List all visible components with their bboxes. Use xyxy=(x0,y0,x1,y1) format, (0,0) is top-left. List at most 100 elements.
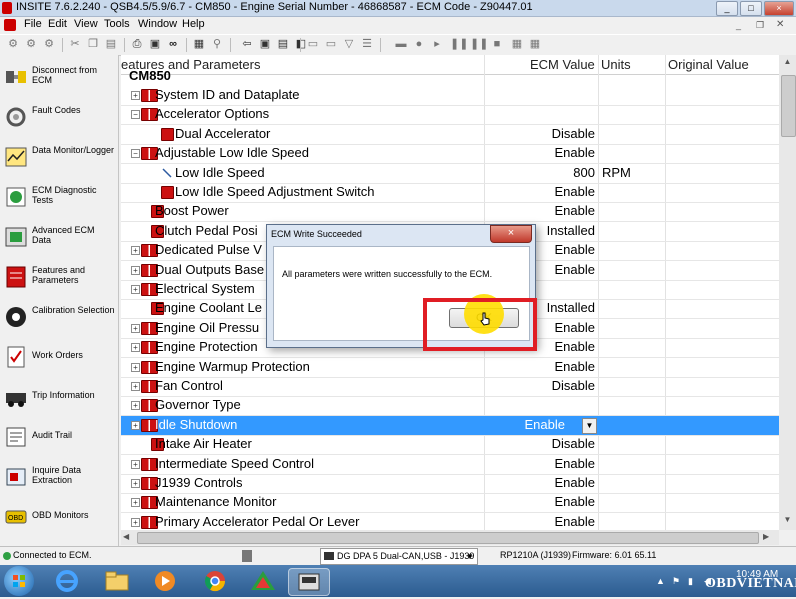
expand-icon[interactable]: + xyxy=(131,460,140,469)
document-icon[interactable] xyxy=(4,19,16,31)
vertical-scrollbar[interactable]: ▲ ▼ xyxy=(779,55,796,530)
scroll-up-icon[interactable]: ▲ xyxy=(781,57,794,69)
page-icon[interactable]: ▭ xyxy=(306,38,320,50)
expand-icon[interactable]: + xyxy=(131,518,140,527)
next-icon[interactable]: ▸ xyxy=(430,38,444,50)
table-row[interactable]: + Fan Control Disable xyxy=(121,377,779,397)
sidebar-item-features[interactable]: Features and Parameters xyxy=(2,261,116,297)
menu-view[interactable]: View xyxy=(74,18,98,30)
play-icon[interactable]: ● xyxy=(412,38,426,50)
expand-icon[interactable]: + xyxy=(131,343,140,352)
app-icon[interactable] xyxy=(2,2,12,14)
sidebar-item-calibration[interactable]: Calibration Selection xyxy=(2,301,116,337)
mdi-restore-icon[interactable]: ❐ xyxy=(756,20,766,30)
expand-icon[interactable]: + xyxy=(131,324,140,333)
calendar-icon[interactable]: ▦ xyxy=(192,38,206,50)
chevron-down-icon[interactable]: ▼ xyxy=(463,549,477,564)
header-original-value[interactable]: Original Value xyxy=(668,57,749,72)
read-icon[interactable]: ▣ xyxy=(258,38,272,50)
explorer-icon[interactable] xyxy=(102,568,132,594)
scroll-down-icon[interactable]: ▼ xyxy=(781,515,794,527)
connect-icon[interactable]: ⚙ xyxy=(6,38,20,50)
expand-icon[interactable]: + xyxy=(131,421,140,430)
maximize-button[interactable]: □ xyxy=(740,1,762,16)
sidebar-item-work-orders[interactable]: Work Orders xyxy=(2,341,116,377)
row-ecm-value[interactable]: Enable xyxy=(455,417,565,432)
collapse-icon[interactable]: − xyxy=(131,149,140,158)
expand-icon[interactable]: + xyxy=(131,246,140,255)
media-player-icon[interactable] xyxy=(150,568,180,594)
sidebar-item-data-monitor[interactable]: Data Monitor/Logger xyxy=(2,141,116,177)
expand-icon[interactable]: + xyxy=(131,498,140,507)
paste-icon[interactable]: ▤ xyxy=(104,38,118,50)
expand-icon[interactable]: + xyxy=(131,266,140,275)
menu-edit[interactable]: Edit xyxy=(48,18,67,30)
sidebar-item-disconnect[interactable]: Disconnect from ECM xyxy=(2,61,116,97)
chrome-icon[interactable] xyxy=(200,568,230,594)
expand-icon[interactable]: + xyxy=(131,363,140,372)
binoculars-icon[interactable]: ∞ xyxy=(166,38,180,50)
scroll-thumb-h[interactable] xyxy=(137,532,759,544)
sidebar-item-audit-trail[interactable]: Audit Trail xyxy=(2,421,116,457)
connect3-icon[interactable]: ⚙ xyxy=(42,38,56,50)
copy-icon[interactable]: ❐ xyxy=(86,38,100,50)
sidebar-item-inquire[interactable]: Inquire Data Extraction xyxy=(2,461,116,497)
grid2-icon[interactable]: ▦ xyxy=(528,38,542,50)
sidebar-item-diagnostic-tests[interactable]: ECM Diagnostic Tests xyxy=(2,181,116,217)
mdi-minimize-icon[interactable]: _ xyxy=(736,20,746,30)
tray-flag-icon[interactable]: ⚑ xyxy=(672,576,682,586)
table-row[interactable]: Dual Accelerator Disable xyxy=(121,125,779,145)
sidebar-item-advanced-ecm[interactable]: Advanced ECM Data xyxy=(2,221,116,257)
table-row[interactable]: Low Idle Speed 800 RPM xyxy=(121,164,779,184)
expand-icon[interactable]: + xyxy=(131,401,140,410)
header-units[interactable]: Units xyxy=(601,57,631,72)
table-row[interactable]: + Intermediate Speed Control Enable xyxy=(121,455,779,475)
table-row[interactable]: − Accelerator Options xyxy=(121,105,779,125)
collapse-icon[interactable]: − xyxy=(131,110,140,119)
cut-icon[interactable]: ✂ xyxy=(68,38,82,50)
table-row[interactable]: + Primary Accelerator Pedal Or Lever Enabl… xyxy=(121,513,779,530)
page2-icon[interactable]: ▭ xyxy=(324,38,338,50)
horizontal-scrollbar[interactable]: ◀ ▶ xyxy=(121,530,779,545)
sidebar-item-obd-monitors[interactable]: OBD OBD Monitors xyxy=(2,501,116,537)
stop-icon[interactable]: ■ xyxy=(490,38,504,50)
header-ecm-value[interactable]: ECM Value xyxy=(530,57,595,72)
scroll-thumb[interactable] xyxy=(781,75,796,137)
grid-icon[interactable]: ▦ xyxy=(510,38,524,50)
table-row[interactable]: Low Idle Speed Adjustment Switch Enable xyxy=(121,183,779,203)
value-dropdown-icon[interactable]: ▼ xyxy=(582,418,597,434)
table-row[interactable]: + Engine Warmup Protection Enable xyxy=(121,358,779,378)
table-row[interactable]: + J1939 Controls Enable xyxy=(121,474,779,494)
sidebar-item-trip-information[interactable]: Trip Information xyxy=(2,381,116,417)
expand-icon[interactable]: + xyxy=(131,382,140,391)
adapter-select[interactable]: DG DPA 5 Dual-CAN,USB - J1939 ▼ xyxy=(320,548,478,565)
tree-icon[interactable]: ☰ xyxy=(360,38,374,50)
table-row[interactable]: Intake Air Heater Disable xyxy=(121,435,779,455)
tray-arrow-icon[interactable]: ▲ xyxy=(656,576,666,586)
print-icon[interactable]: ⎙ xyxy=(130,38,144,50)
app-icon[interactable] xyxy=(248,568,278,594)
connect2-icon[interactable]: ⚙ xyxy=(24,38,38,50)
save-icon[interactable]: ▤ xyxy=(276,38,290,50)
menu-file[interactable]: File xyxy=(24,18,42,30)
scroll-right-icon[interactable]: ▶ xyxy=(763,532,775,543)
menu-help[interactable]: Help xyxy=(182,18,205,30)
print-preview-icon[interactable]: ▣ xyxy=(148,38,162,50)
table-row[interactable]: + Maintenance Monitor Enable xyxy=(121,493,779,513)
menu-window[interactable]: Window xyxy=(138,18,177,30)
table-row[interactable]: + Governor Type xyxy=(121,396,779,416)
sidebar-item-fault-codes[interactable]: Fault Codes xyxy=(2,101,116,137)
menu-tools[interactable]: Tools xyxy=(104,18,130,30)
expand-icon[interactable]: + xyxy=(131,91,140,100)
record-icon[interactable]: ▬ xyxy=(394,38,408,50)
pause2-icon[interactable]: ❚❚ xyxy=(470,38,488,50)
expand-icon[interactable]: + xyxy=(131,479,140,488)
table-row[interactable]: + System ID and Dataplate xyxy=(121,86,779,106)
link-icon[interactable]: ⚲ xyxy=(210,38,224,50)
scroll-left-icon[interactable]: ◀ xyxy=(123,532,135,543)
table-row[interactable]: Boost Power Enable xyxy=(121,202,779,222)
table-row[interactable]: − Adjustable Low Idle Speed Enable xyxy=(121,144,779,164)
filter-icon[interactable]: ▽ xyxy=(342,38,356,50)
ie-icon[interactable] xyxy=(52,568,82,594)
start-button[interactable] xyxy=(4,566,34,596)
